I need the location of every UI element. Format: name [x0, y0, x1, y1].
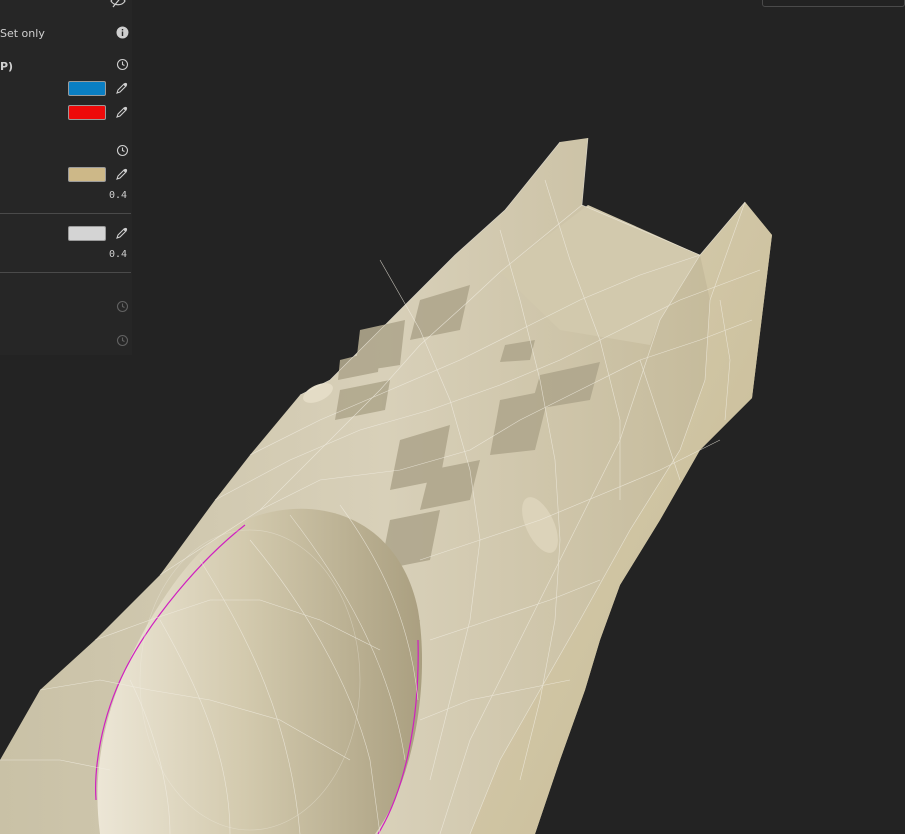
- reset-icon-disabled: [116, 334, 130, 348]
- eye-hidden-icon[interactable]: [110, 0, 126, 8]
- gray-opacity-value[interactable]: 0.4: [109, 249, 127, 260]
- selection-set-label: Set only: [0, 27, 45, 40]
- color-swatch-blue[interactable]: [68, 81, 106, 96]
- reset-icon[interactable]: [116, 58, 130, 72]
- tan-opacity-value[interactable]: 0.4: [109, 190, 127, 201]
- 3d-viewport[interactable]: [0, 0, 905, 834]
- eyedropper-icon[interactable]: [116, 106, 130, 120]
- top-input-field[interactable]: [762, 0, 905, 7]
- section-heading: P): [0, 60, 14, 73]
- color-swatch-tan[interactable]: [68, 167, 106, 182]
- reset-icon[interactable]: [116, 144, 130, 158]
- color-swatch-light-gray[interactable]: [68, 226, 106, 241]
- color-swatch-red[interactable]: [68, 105, 106, 120]
- eyedropper-icon[interactable]: [116, 168, 130, 182]
- eyedropper-icon[interactable]: [116, 227, 130, 241]
- divider: [0, 272, 131, 273]
- properties-panel: Set only P) 0.4 0.4: [0, 0, 132, 355]
- info-icon[interactable]: [116, 26, 130, 40]
- reset-icon-disabled: [116, 300, 130, 314]
- divider: [0, 213, 131, 214]
- eyedropper-icon[interactable]: [116, 82, 130, 96]
